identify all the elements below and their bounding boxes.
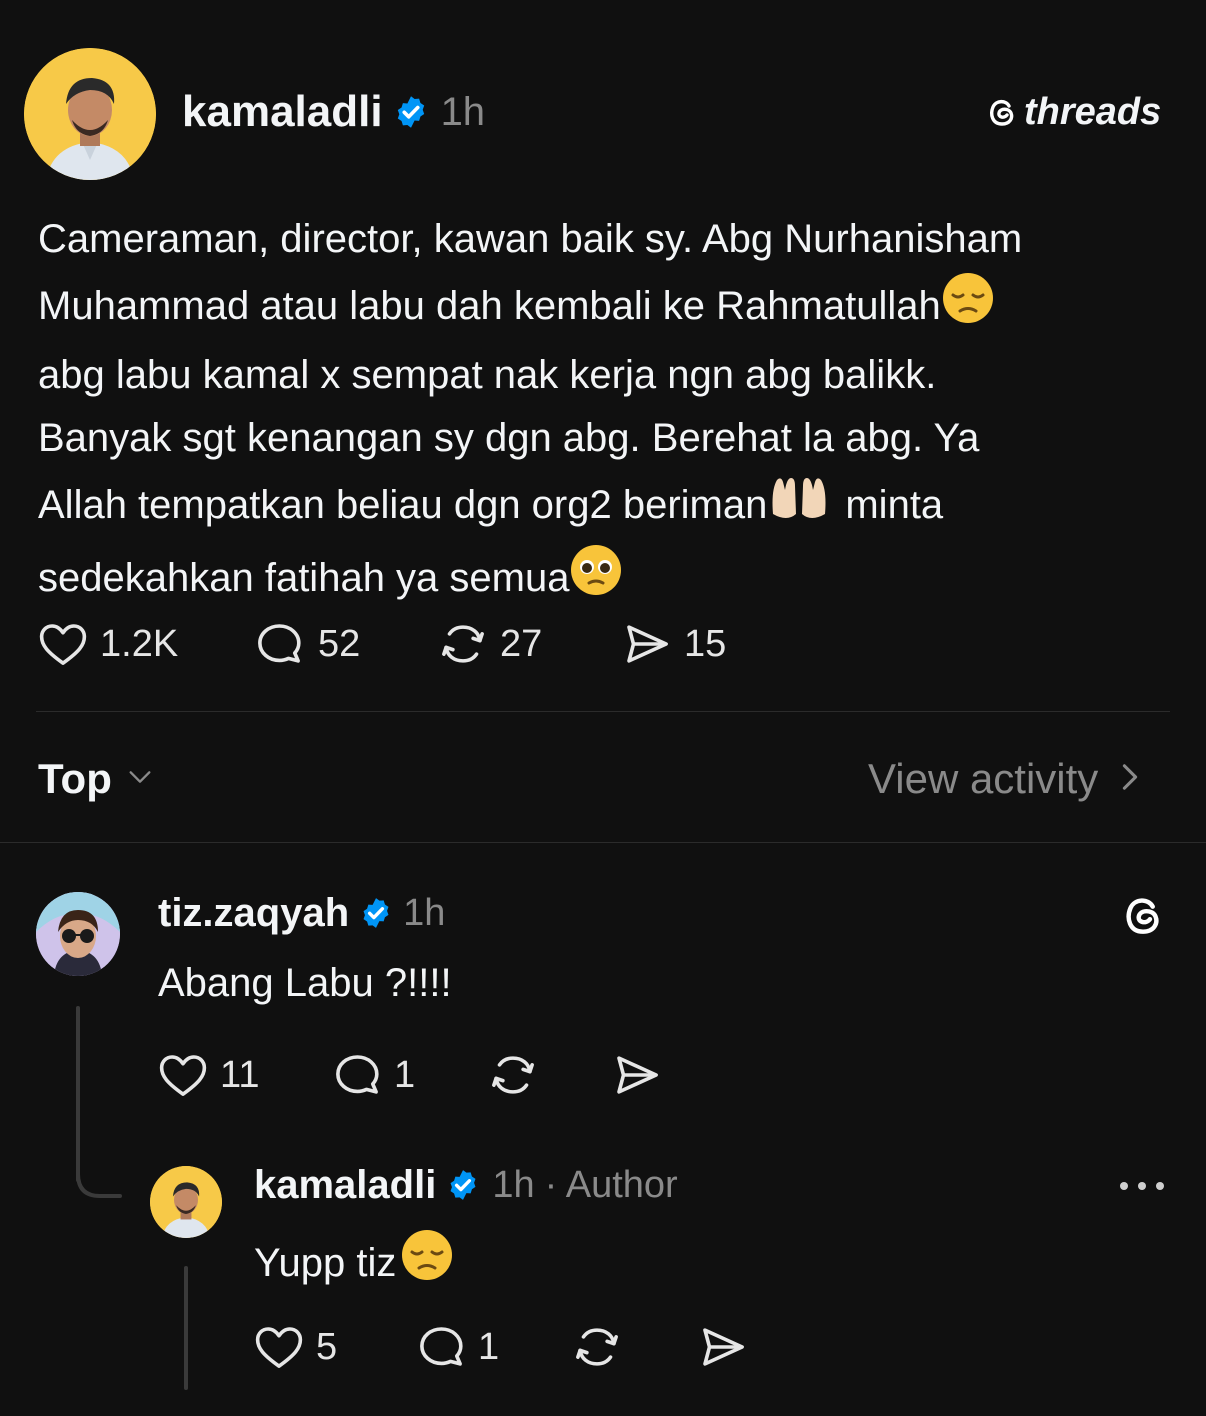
post-body: Cameraman, director, kawan baik sy. Abg … bbox=[38, 208, 1178, 616]
post-time: 1h bbox=[440, 89, 486, 134]
comment-count: 52 bbox=[318, 622, 361, 665]
post-actions: 1.2K 52 27 15 bbox=[36, 616, 726, 672]
comment-author-avatar[interactable] bbox=[36, 892, 120, 976]
chevron-down-icon bbox=[126, 763, 154, 796]
heart-icon bbox=[156, 1048, 210, 1102]
like-button[interactable]: 1.2K bbox=[36, 617, 252, 671]
verified-icon bbox=[446, 1168, 480, 1202]
verified-icon bbox=[393, 94, 429, 130]
like-count: 1.2K bbox=[100, 622, 179, 665]
reply-like-count: 5 bbox=[316, 1325, 338, 1368]
post-text-line-7: sedekahkan fatihah ya semua bbox=[38, 543, 1178, 616]
comment-actions: 11 1 bbox=[156, 1048, 664, 1102]
comment-icon bbox=[414, 1320, 468, 1374]
reply-reply-count: 1 bbox=[478, 1325, 500, 1368]
reply-share-button[interactable] bbox=[696, 1320, 750, 1374]
reply-time: 1h bbox=[492, 1163, 535, 1206]
share-icon bbox=[696, 1320, 750, 1374]
author-tag: · Author bbox=[544, 1163, 678, 1206]
share-button[interactable]: 15 bbox=[620, 617, 726, 671]
repost-button[interactable]: 27 bbox=[436, 617, 620, 671]
comment-button[interactable]: 52 bbox=[252, 617, 436, 671]
more-icon[interactable] bbox=[1114, 1166, 1170, 1206]
reply-username[interactable]: kamaladli bbox=[254, 1163, 436, 1208]
threads-logo-icon[interactable] bbox=[1118, 890, 1168, 940]
comment-icon bbox=[252, 617, 306, 671]
comment-like-button[interactable]: 11 bbox=[156, 1048, 330, 1102]
comment-reply-button[interactable]: 1 bbox=[330, 1048, 486, 1102]
threads-wordmark: threads bbox=[1024, 90, 1162, 133]
repost-icon bbox=[486, 1048, 540, 1102]
comment-username[interactable]: tiz.zaqyah bbox=[158, 891, 349, 936]
post-text-line-4: Banyak sgt kenangan sy dgn abg. Berehat … bbox=[38, 416, 980, 460]
share-icon bbox=[610, 1048, 664, 1102]
pleading-emoji-icon bbox=[569, 543, 623, 616]
sort-label: Top bbox=[38, 755, 112, 802]
reply-reply-button[interactable]: 1 bbox=[414, 1320, 570, 1374]
post-divider bbox=[36, 711, 1170, 712]
sort-divider bbox=[0, 842, 1206, 843]
repost-icon bbox=[570, 1320, 624, 1374]
post-text-line-2: Muhammad atau labu dah kembali ke Rahmat… bbox=[38, 271, 1178, 344]
post-text-line-3: abg labu kamal x sempat nak kerja ngn ab… bbox=[38, 353, 937, 397]
thread-connector-curve bbox=[76, 1148, 122, 1200]
view-activity-link[interactable]: View activity bbox=[868, 752, 1144, 806]
reply-like-button[interactable]: 5 bbox=[252, 1320, 414, 1374]
reply-repost-button[interactable] bbox=[570, 1320, 696, 1374]
reply-thread-line bbox=[184, 1266, 188, 1390]
post-text-line-1: Cameraman, director, kawan baik sy. Abg … bbox=[38, 217, 1023, 261]
post-username[interactable]: kamaladli bbox=[182, 87, 383, 137]
reply-actions: 5 1 bbox=[252, 1320, 750, 1374]
reply-header: kamaladli 1h · Author bbox=[254, 1160, 678, 1210]
comment-reply-count: 1 bbox=[394, 1053, 416, 1096]
threads-logo-icon bbox=[984, 94, 1020, 130]
chevron-right-icon bbox=[1116, 760, 1144, 799]
repost-icon bbox=[436, 617, 490, 671]
comment-icon bbox=[330, 1048, 384, 1102]
comment-like-count: 11 bbox=[220, 1053, 260, 1096]
share-icon bbox=[620, 617, 674, 671]
comment-text: Abang Labu ?!!!! bbox=[158, 961, 452, 1005]
reply-author-avatar[interactable] bbox=[150, 1166, 222, 1238]
sort-dropdown[interactable]: Top bbox=[38, 752, 154, 806]
reply-text: Yupp tiz bbox=[254, 1228, 454, 1297]
palms-up-emoji-icon bbox=[767, 470, 831, 543]
post-text-line-5: Allah tempatkan beliau dgn org2 beriman m… bbox=[38, 470, 1178, 543]
pensive-emoji-icon bbox=[400, 1228, 454, 1297]
share-count: 15 bbox=[684, 622, 727, 665]
comment-repost-button[interactable] bbox=[486, 1048, 610, 1102]
post-header: kamaladli 1h bbox=[182, 84, 485, 140]
view-activity-label: View activity bbox=[868, 755, 1099, 802]
heart-icon bbox=[36, 617, 90, 671]
repost-count: 27 bbox=[500, 622, 543, 665]
verified-icon bbox=[359, 896, 393, 930]
post-author-avatar[interactable] bbox=[24, 48, 156, 180]
comment-time: 1h bbox=[403, 891, 446, 934]
comment-header: tiz.zaqyah 1h bbox=[158, 888, 445, 938]
pensive-emoji-icon bbox=[941, 271, 995, 344]
threads-brand: threads bbox=[984, 88, 1161, 136]
comment-share-button[interactable] bbox=[610, 1048, 664, 1102]
heart-icon bbox=[252, 1320, 306, 1374]
